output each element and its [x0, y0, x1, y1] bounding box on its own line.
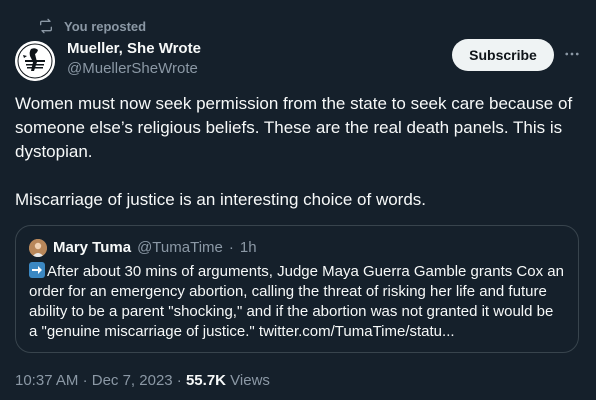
views-count[interactable]: 55.7K [186, 372, 226, 389]
views-label: Views [230, 372, 270, 389]
tweet-paragraph: Women must now seek permission from the … [15, 94, 573, 161]
right-arrow-emoji-icon [29, 262, 45, 278]
author-handle[interactable]: @MuellerSheWrote [67, 59, 201, 79]
repost-icon [38, 18, 54, 34]
tweet-date[interactable]: Dec 7, 2023 [92, 372, 173, 389]
quoted-tweet[interactable]: Mary Tuma @TumaTime · 1h After about 30 … [15, 225, 579, 353]
meta-separator: · [176, 372, 182, 389]
avatar-logo [15, 41, 55, 81]
author-name[interactable]: Mueller, She Wrote [67, 39, 201, 59]
quote-separator: · [228, 239, 234, 256]
more-options-icon [565, 52, 579, 56]
tweet-time[interactable]: 10:37 AM [15, 372, 78, 389]
quote-author-name[interactable]: Mary Tuma [53, 238, 131, 258]
author-block[interactable]: Mueller, She Wrote @MuellerSheWrote [67, 39, 201, 79]
tweet-paragraph: Miscarriage of justice is an interesting… [15, 190, 427, 209]
quote-author-handle[interactable]: @TumaTime [137, 238, 223, 258]
author-avatar[interactable] [15, 41, 55, 81]
meta-separator: · [82, 372, 88, 389]
tweet-meta: 10:37 AM · Dec 7, 2023 · 55.7K Views [15, 372, 270, 390]
quote-text: After about 30 mins of arguments, Judge … [29, 262, 565, 342]
tweet-text: Women must now seek permission from the … [15, 92, 581, 212]
repost-label: You reposted [64, 18, 147, 34]
repost-indicator[interactable]: You reposted [38, 18, 146, 34]
subscribe-button[interactable]: Subscribe [452, 39, 554, 71]
quote-body: After about 30 mins of arguments, Judge … [29, 263, 564, 340]
quote-author-avatar[interactable] [29, 239, 47, 257]
quote-time[interactable]: 1h [240, 238, 257, 258]
quote-header: Mary Tuma @TumaTime · 1h [29, 238, 565, 258]
more-options-button[interactable] [561, 43, 583, 65]
